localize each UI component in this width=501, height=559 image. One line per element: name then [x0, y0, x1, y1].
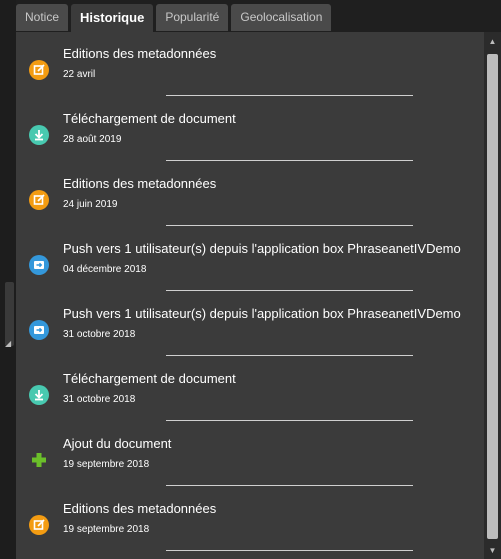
history-title: Push vers 1 utilisateur(s) depuis l'appl… — [63, 241, 461, 256]
history-item: Push vers 1 utilisateur(s) depuis l'appl… — [16, 227, 484, 292]
divider — [166, 95, 413, 96]
history-date: 28 août 2019 — [63, 134, 122, 145]
add-icon — [29, 450, 49, 470]
history-item: Editions des metadonnées 22 avril — [16, 32, 484, 97]
edit-icon — [29, 190, 49, 210]
history-item: Editions des metadonnées 24 juin 2019 — [16, 162, 484, 227]
push-icon — [29, 320, 49, 340]
scrollbar[interactable]: ▲ ▼ — [484, 32, 501, 559]
tab-popularite[interactable]: Popularité — [156, 4, 229, 31]
history-date: 31 octobre 2018 — [63, 329, 136, 340]
divider — [166, 420, 413, 421]
history-title: Editions des metadonnées — [63, 501, 217, 516]
download-icon — [29, 385, 49, 405]
resize-grip-icon: ◢ — [5, 339, 12, 348]
download-icon — [29, 125, 49, 145]
push-icon — [29, 255, 49, 275]
tab-notice[interactable]: Notice — [16, 4, 69, 31]
history-panel: Editions des metadonnées 22 avril Téléchar… — [16, 32, 501, 559]
history-date: 19 septembre 2018 — [63, 524, 150, 535]
history-item: Push vers 1 utilisateur(s) depuis l'appl… — [16, 292, 484, 357]
history-date: 22 avril — [63, 69, 96, 80]
history-title: Téléchargement de document — [63, 371, 236, 386]
history-item: Téléchargement de document 28 août 2019 — [16, 97, 484, 162]
history-date: 19 septembre 2018 — [63, 459, 150, 470]
history-title: Push vers 1 utilisateur(s) depuis l'appl… — [63, 306, 461, 321]
tab-geolocalisation[interactable]: Geolocalisation — [231, 4, 332, 31]
history-title: Téléchargement de document — [63, 111, 236, 126]
scroll-up-icon[interactable]: ▲ — [484, 34, 501, 49]
history-title: Editions des metadonnées — [63, 176, 217, 191]
history-item: Editions des metadonnées 19 septembre 201… — [16, 487, 484, 552]
edit-icon — [29, 60, 49, 80]
resize-handle[interactable] — [5, 282, 14, 346]
history-date: 31 octobre 2018 — [63, 394, 136, 405]
divider — [166, 290, 413, 291]
history-item: Ajout du document 19 septembre 2018 — [16, 422, 484, 487]
divider — [166, 160, 413, 161]
history-title: Editions des metadonnées — [63, 46, 217, 61]
divider — [166, 355, 413, 356]
tab-historique[interactable]: Historique — [71, 4, 154, 32]
tab-bar: Notice Historique Popularité Geolocalisa… — [16, 4, 332, 32]
history-date: 04 décembre 2018 — [63, 264, 147, 275]
divider — [166, 485, 413, 486]
left-strip: ◢ — [0, 0, 16, 559]
divider — [166, 225, 413, 226]
divider — [166, 550, 413, 551]
history-date: 24 juin 2019 — [63, 199, 118, 210]
scroll-thumb[interactable] — [487, 54, 498, 539]
history-item: Téléchargement de document 31 octobre 201… — [16, 357, 484, 422]
edit-icon — [29, 515, 49, 535]
history-title: Ajout du document — [63, 436, 172, 451]
scroll-down-icon[interactable]: ▼ — [484, 543, 501, 558]
